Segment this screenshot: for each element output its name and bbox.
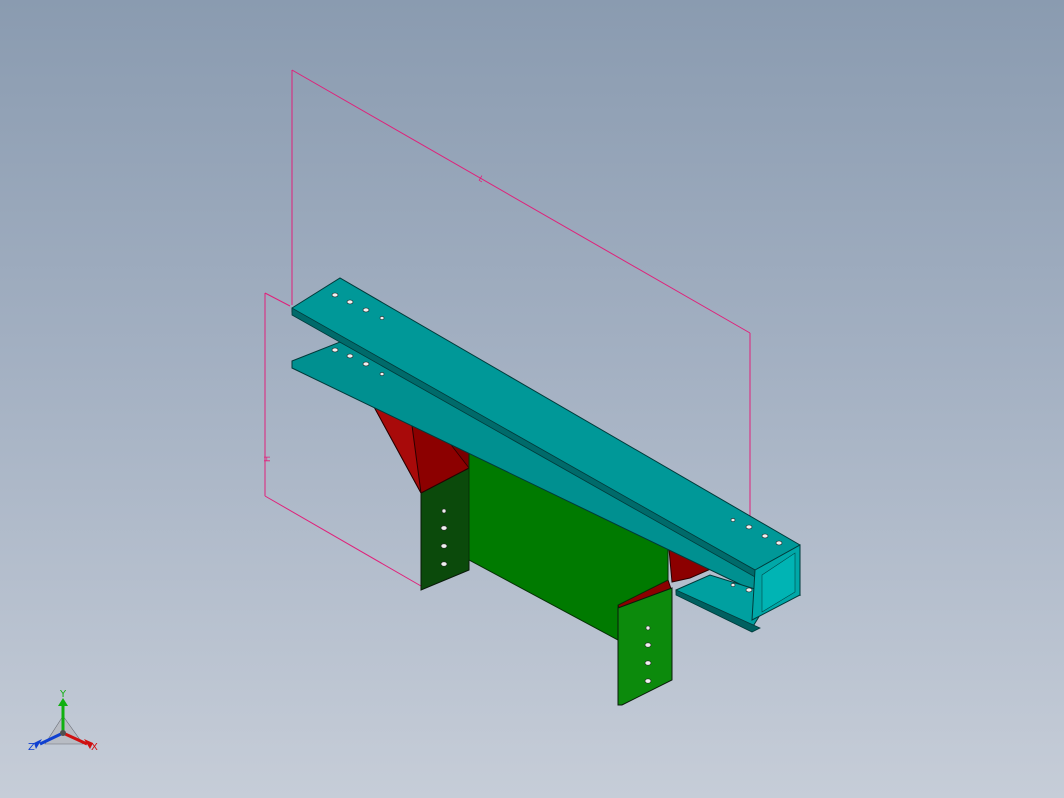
height-dimension-label: H <box>263 456 272 462</box>
triad-z-label: Z <box>28 742 35 753</box>
tray-hole <box>730 583 736 587</box>
triad-y-label: Y <box>59 689 67 700</box>
tray-hole <box>761 533 769 539</box>
tray-hole <box>775 540 783 546</box>
tray-hole <box>379 372 385 376</box>
tray-hole <box>362 307 370 313</box>
flange-hole <box>440 525 448 531</box>
graphics-viewport[interactable]: L H Y X Z <box>0 0 1064 798</box>
tray-hole <box>730 518 736 522</box>
tray-hole <box>745 524 753 530</box>
coordinate-triad[interactable]: Y X Z <box>28 689 98 753</box>
tray-hole <box>362 361 370 367</box>
flange-hole <box>644 660 652 666</box>
tray-hole <box>379 316 385 320</box>
tray-hole <box>346 353 354 359</box>
tray-hole <box>745 587 753 593</box>
triad-origin <box>60 730 66 736</box>
triad-x-label: X <box>91 742 98 753</box>
flange-hole <box>644 642 652 648</box>
tray-hole <box>331 292 339 298</box>
tray-hole <box>331 347 339 353</box>
tray-hole <box>346 299 354 305</box>
flange-hole <box>440 561 448 567</box>
flange-hole <box>441 508 447 514</box>
height-extension-line-bottom <box>264 495 422 587</box>
flange-hole <box>644 678 652 684</box>
height-extension-line-top <box>264 292 291 307</box>
branch-right-flange[interactable] <box>617 587 673 706</box>
flange-hole <box>645 625 651 631</box>
flange-hole <box>440 543 448 549</box>
model-canvas[interactable]: L H Y X Z <box>0 0 1064 798</box>
length-dimension-label: L <box>477 174 486 184</box>
